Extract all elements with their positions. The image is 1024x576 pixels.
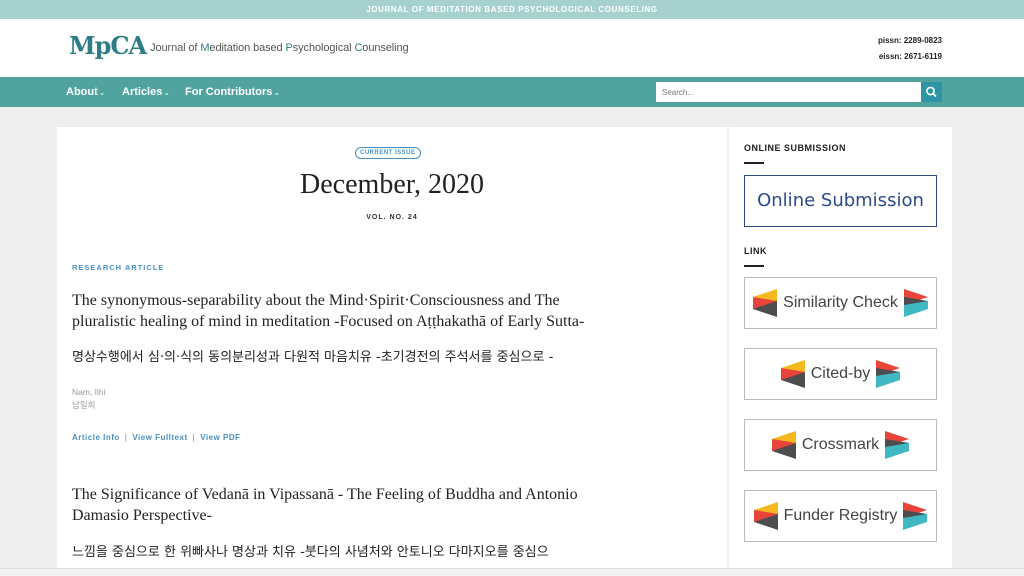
article-title-korean[interactable]: 느낌을 중심으로 한 위빠사나 명상과 치유 -붓다의 사념처와 안토니오 다마… — [72, 541, 692, 560]
view-fulltext-link[interactable]: View Fulltext — [132, 433, 187, 442]
current-issue-panel: CURRENT ISSUE December, 2020 VOL. NO. 24… — [57, 127, 727, 576]
article-title[interactable]: The synonymous-separability about the Mi… — [72, 290, 672, 332]
main-nav: About⌄ Articles⌄ For Contributors⌄ — [0, 77, 1024, 107]
crossref-left-icon — [753, 289, 778, 317]
crossref-left-icon — [780, 360, 805, 388]
article-title-korean[interactable]: 명상수행에서 심·의·식의 동의분리성과 다원적 마음치유 -초기경전의 주석서… — [72, 346, 692, 365]
issue-volume: VOL. NO. 24 — [366, 214, 418, 221]
crossmark-link[interactable]: Crossmark — [744, 419, 937, 471]
nav-about[interactable]: About⌄ — [66, 77, 105, 107]
site-header: MpCA Journal of Meditation based Psychol… — [0, 19, 1024, 77]
article-info-link[interactable]: Article Info — [72, 433, 120, 442]
nav-for-contributors[interactable]: For Contributors⌄ — [185, 77, 280, 107]
heading-underline — [744, 162, 764, 164]
funder-registry-link[interactable]: Funder Registry — [744, 490, 937, 542]
crossref-left-icon — [753, 502, 778, 530]
journal-logo[interactable]: MpCA Journal of Meditation based Psychol… — [69, 33, 409, 59]
divider: | — [192, 433, 196, 442]
heading-underline — [744, 265, 764, 267]
crossref-left-icon — [771, 431, 796, 459]
search-button[interactable] — [921, 82, 942, 102]
online-submission-button[interactable]: Online Submission — [744, 175, 937, 227]
chevron-down-icon: ⌄ — [163, 88, 171, 97]
cited-by-label: Cited-by — [810, 365, 871, 382]
similarity-check-link[interactable]: Similarity Check — [744, 277, 937, 329]
article-type: RESEARCH ARTICLE — [72, 263, 165, 272]
chevron-down-icon: ⌄ — [273, 88, 281, 97]
online-submission-heading: ONLINE SUBMISSION — [744, 143, 847, 153]
crossref-right-icon — [903, 289, 928, 317]
journal-banner: JOURNAL OF MEDITATION BASED PSYCHOLOGICA… — [0, 0, 1024, 19]
article-title[interactable]: The Significance of Vedanā in Vipassanā … — [72, 484, 672, 526]
window-bottom-edge — [0, 568, 1024, 576]
view-pdf-link[interactable]: View PDF — [200, 433, 240, 442]
article-author-en: Nam, Ilhi — [72, 387, 106, 397]
pissn: pissn: 2289-0823 — [877, 36, 942, 45]
search-input[interactable] — [656, 82, 921, 102]
logo-journal-name: Journal of Meditation based Psychologica… — [150, 42, 409, 54]
nav-articles[interactable]: Articles⌄ — [122, 77, 170, 107]
crossref-right-icon — [876, 360, 901, 388]
article-links: Article Info | View Fulltext | View PDF — [72, 433, 241, 442]
cited-by-link[interactable]: Cited-by — [744, 348, 937, 400]
issue-title: December, 2020 — [300, 169, 484, 200]
article-author-ko: 남일희 — [72, 400, 96, 410]
sidebar: ONLINE SUBMISSION Online Submission LINK… — [729, 127, 952, 576]
crossref-right-icon — [885, 431, 910, 459]
article-title-line: The Significance of Vedanā in Vipassanā … — [72, 486, 578, 503]
divider: | — [124, 433, 128, 442]
similarity-check-label: Similarity Check — [783, 294, 898, 311]
current-issue-badge: CURRENT ISSUE — [355, 147, 421, 159]
article-title-line: pluralistic healing of mind in meditatio… — [72, 313, 585, 330]
crossref-right-icon — [903, 502, 928, 530]
crossmark-label: Crossmark — [801, 436, 880, 453]
link-heading: LINK — [744, 246, 767, 256]
chevron-down-icon: ⌄ — [98, 88, 106, 97]
article-title-line: Damasio Perspective- — [72, 507, 212, 524]
funder-registry-label: Funder Registry — [783, 507, 898, 524]
eissn: eissn: 2671-6119 — [878, 52, 942, 61]
article-title-line: The synonymous-separability about the Mi… — [72, 292, 560, 309]
logo-mark: MpCA — [69, 31, 147, 60]
search-icon — [926, 86, 937, 98]
